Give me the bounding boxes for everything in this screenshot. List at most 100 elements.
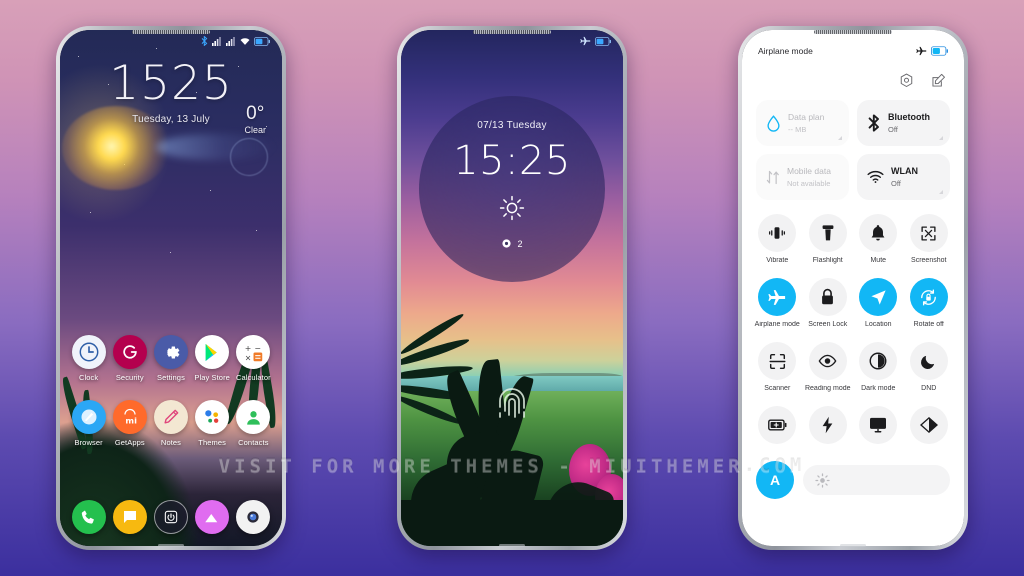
toggle-label: Airplane mode: [754, 321, 800, 328]
gallery-icon[interactable]: [195, 500, 230, 534]
notification-count: 2: [517, 238, 523, 249]
toggle-reading-mode[interactable]: Reading mode: [803, 342, 854, 392]
app-label: Play Store: [194, 373, 230, 382]
lock-clock-widget: 07/13 Tuesday 15:25 2: [419, 96, 605, 282]
toggle-vibrate[interactable]: Vibrate: [752, 214, 803, 264]
earpiece-grille: [814, 30, 892, 34]
app-label: GetApps: [114, 438, 145, 447]
toggle-airplane-mode[interactable]: Airplane mode: [752, 278, 803, 328]
lock-time: 15:25: [453, 138, 571, 184]
bottom-bar: [158, 544, 184, 547]
toggle-cast[interactable]: [853, 406, 904, 449]
control-center-panel: Airplane mode Data plan -- MB Mobile dat…: [742, 30, 964, 546]
toggle-flashlight[interactable]: Flashlight: [803, 214, 854, 264]
phone-inner: 07/13 Tuesday 15:25 2: [401, 30, 623, 546]
color-mode-icon: [909, 406, 948, 444]
toggle-screenshot[interactable]: Screenshot: [904, 214, 955, 264]
auto-brightness-button[interactable]: A: [756, 461, 794, 499]
toggle-scanner[interactable]: Scanner: [752, 342, 803, 392]
app-settings[interactable]: Settings: [151, 335, 191, 382]
battery-icon: [254, 36, 270, 46]
app-security[interactable]: Security: [110, 335, 150, 382]
card-mobile-data[interactable]: Mobile data Not available: [756, 154, 849, 200]
getapps-icon: mi: [112, 400, 147, 434]
cc-title: Airplane mode: [758, 46, 813, 56]
toggle-rotate-off[interactable]: Rotate off: [904, 278, 955, 328]
toggle-grid: Vibrate Flashlight Mute Screenshot Airpl…: [742, 200, 964, 459]
airplane-icon: [580, 36, 591, 46]
app-calculator[interactable]: + − × Calculator: [233, 335, 273, 382]
bottom-bar: [499, 544, 525, 547]
security-icon: [112, 335, 147, 369]
power-icon[interactable]: [153, 500, 188, 534]
card-corner-marker: [939, 190, 943, 194]
screenshot-icon: [909, 214, 948, 252]
wifi-icon: [867, 170, 884, 183]
settings-gear-icon[interactable]: [898, 72, 914, 88]
notification-summary[interactable]: 2: [501, 238, 523, 249]
mobile-data-icon: [766, 170, 779, 184]
svg-text:+: +: [245, 343, 252, 352]
app-label: Security: [115, 373, 144, 382]
toggle-dark-mode[interactable]: Dark mode: [853, 342, 904, 392]
toggle-mute[interactable]: Mute: [853, 214, 904, 264]
sun-icon: [499, 195, 525, 226]
toggle-location[interactable]: Location: [853, 278, 904, 328]
screen-3: Airplane mode Data plan -- MB Mobile dat…: [742, 30, 964, 546]
screen-2: 07/13 Tuesday 15:25 2: [401, 30, 623, 546]
card-bluetooth[interactable]: Bluetooth Off: [857, 100, 950, 146]
toggle-ultra-battery-saver[interactable]: [803, 406, 854, 449]
toggle-battery-saver[interactable]: [752, 406, 803, 449]
svg-text:×: ×: [245, 353, 252, 362]
app-grid: Clock Security Settings Play Store + − ×…: [60, 335, 282, 465]
toggle-color-mode[interactable]: [904, 406, 955, 449]
card-column-right: Bluetooth Off WLAN Off: [857, 100, 950, 200]
card-data-plan[interactable]: Data plan -- MB: [756, 100, 849, 146]
toggle-screen-lock[interactable]: Screen Lock: [803, 278, 854, 328]
brightness-slider[interactable]: [803, 465, 950, 495]
calculator-icon: + − ×: [236, 335, 271, 369]
card-subtitle: -- MB: [788, 124, 807, 134]
app-getapps[interactable]: mi GetApps: [110, 400, 150, 447]
toggle-row: [752, 406, 954, 449]
brightness-icon: [815, 472, 830, 488]
card-text: WLAN Off: [891, 166, 918, 188]
svg-text:mi: mi: [125, 416, 137, 426]
weather-widget[interactable]: 0° Clear: [244, 104, 266, 135]
app-notes[interactable]: Notes: [151, 400, 191, 447]
edit-icon[interactable]: [930, 72, 946, 88]
app-play-store[interactable]: Play Store: [192, 335, 232, 382]
app-label: Themes: [198, 438, 226, 447]
gear-icon: [153, 335, 188, 369]
phone-icon[interactable]: [71, 500, 106, 534]
airplane-icon: [916, 46, 927, 56]
wifi-icon: [240, 37, 250, 45]
vibrate-icon: [758, 214, 797, 252]
card-wlan[interactable]: WLAN Off: [857, 154, 950, 200]
dark-mode-icon: [859, 342, 898, 380]
app-label: Calculator: [235, 373, 271, 382]
toggle-label: Screen Lock: [808, 321, 848, 328]
cast-icon: [859, 406, 898, 444]
rotate-lock-icon: [909, 278, 948, 316]
clock-time: 1525: [109, 56, 233, 111]
card-title: Bluetooth: [888, 111, 930, 122]
card-subtitle: Off: [891, 179, 901, 189]
earpiece-grille: [132, 30, 210, 34]
card-column-left: Data plan -- MB Mobile data Not availabl…: [756, 100, 849, 200]
card-subtitle: Off: [888, 125, 898, 135]
card-title: WLAN: [891, 165, 918, 176]
clock-icon: [71, 335, 106, 369]
toggle-label: DND: [921, 385, 937, 392]
fingerprint-icon[interactable]: [492, 381, 532, 434]
camera-icon[interactable]: [236, 500, 271, 534]
app-contacts[interactable]: Contacts: [233, 400, 273, 447]
app-themes[interactable]: Themes: [192, 400, 232, 447]
messages-icon[interactable]: [112, 500, 147, 534]
app-clock[interactable]: Clock: [69, 335, 109, 382]
app-browser[interactable]: Browser: [69, 400, 109, 447]
notification-icon: [502, 239, 512, 248]
phone-inner: Airplane mode Data plan -- MB Mobile dat…: [742, 30, 964, 546]
toggle-row: Vibrate Flashlight Mute Screenshot: [752, 214, 954, 264]
toggle-dnd[interactable]: DND: [904, 342, 955, 392]
